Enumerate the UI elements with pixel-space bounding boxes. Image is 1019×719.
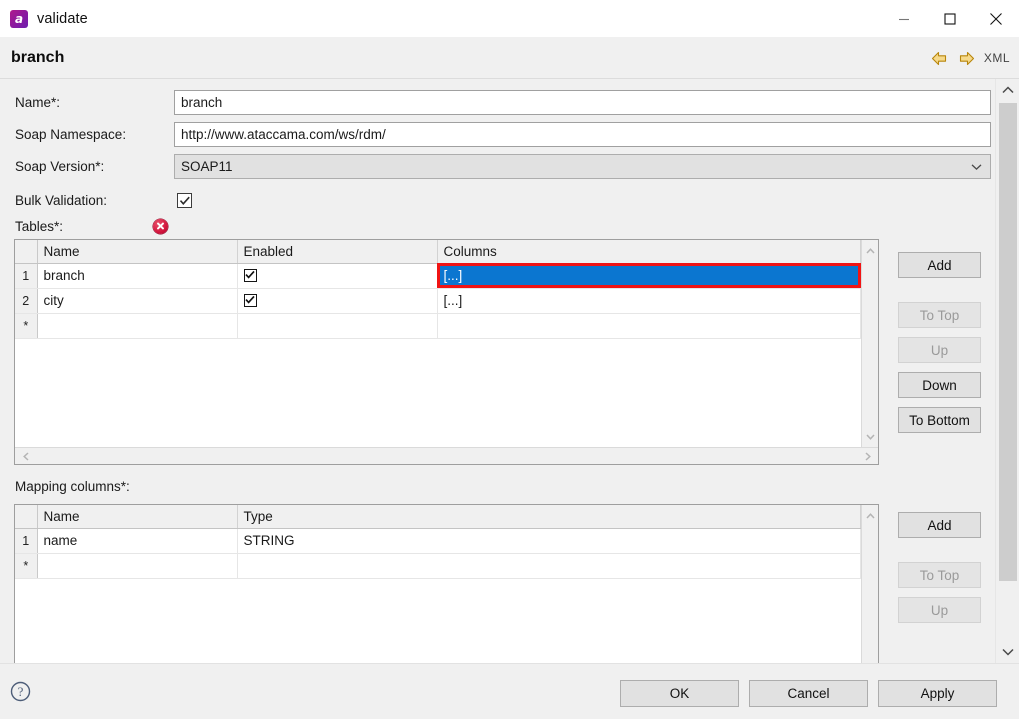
enabled-checkbox[interactable] (244, 294, 257, 307)
cell-name[interactable] (37, 313, 237, 338)
soap-version-value: SOAP11 (181, 159, 233, 174)
row-number: 1 (15, 528, 37, 553)
scroll-left-icon[interactable] (17, 448, 34, 465)
mapping-columns-panel: Name Type 1 name STRING * (14, 504, 879, 663)
error-badge-icon (153, 219, 168, 234)
new-row-marker: * (15, 313, 37, 338)
mapping-grid-header: Name Type (15, 505, 861, 528)
cell-enabled[interactable] (237, 263, 437, 288)
scroll-up-icon[interactable] (862, 507, 879, 524)
tables-down-button[interactable]: Down (898, 372, 981, 398)
dialog-header: branch XML (0, 37, 1019, 79)
tables-to-bottom-button[interactable]: To Bottom (898, 407, 981, 433)
soap-namespace-label: Soap Namespace: (15, 127, 126, 142)
table-new-row[interactable]: * (15, 553, 861, 578)
table-new-row[interactable]: * (15, 313, 861, 338)
name-input[interactable]: branch (174, 90, 991, 115)
row-number: 1 (15, 263, 37, 288)
cell-name[interactable]: city (37, 288, 237, 313)
header-tools: XML (930, 37, 1010, 79)
cell-enabled[interactable] (237, 288, 437, 313)
soap-namespace-input[interactable]: http://www.ataccama.com/ws/rdm/ (174, 122, 991, 147)
cell-columns[interactable]: [...] (437, 288, 861, 313)
back-arrow-icon[interactable] (930, 49, 949, 68)
mapping-up-button[interactable]: Up (898, 597, 981, 623)
window-titlebar: validate (0, 0, 1019, 37)
minimize-icon[interactable] (881, 0, 927, 37)
ataccama-icon (10, 10, 28, 28)
bulk-validation-checkbox[interactable] (177, 193, 192, 208)
mapping-vertical-scrollbar[interactable] (861, 505, 878, 663)
page-title: branch (11, 49, 64, 67)
scroll-up-icon[interactable] (996, 79, 1019, 101)
tables-grid-header: Name Enabled Columns (15, 240, 861, 263)
tables-col-enabled[interactable]: Enabled (237, 240, 437, 263)
scrollbar-thumb[interactable] (999, 103, 1017, 581)
apply-button[interactable]: Apply (878, 680, 997, 707)
scroll-down-icon[interactable] (996, 641, 1019, 663)
mapping-add-button[interactable]: Add (898, 512, 981, 538)
name-label: Name*: (15, 95, 60, 110)
scroll-right-icon[interactable] (859, 448, 876, 465)
tables-col-columns[interactable]: Columns (437, 240, 861, 263)
cell-name[interactable] (37, 553, 237, 578)
soap-version-select[interactable]: SOAP11 (174, 154, 991, 179)
cell-enabled[interactable] (237, 313, 437, 338)
ok-button[interactable]: OK (620, 680, 739, 707)
window-title: validate (37, 11, 88, 27)
enabled-checkbox[interactable] (244, 269, 257, 282)
cell-name[interactable]: branch (37, 263, 237, 288)
tables-col-name[interactable]: Name (37, 240, 237, 263)
mapping-col-rownum (15, 505, 37, 528)
cell-columns[interactable]: [...] (437, 263, 861, 288)
dialog-scrollbar[interactable] (995, 79, 1019, 663)
mapping-to-top-button[interactable]: To Top (898, 562, 981, 588)
mapping-col-name[interactable]: Name (37, 505, 237, 528)
tables-horizontal-scrollbar[interactable] (15, 447, 878, 464)
cell-name[interactable]: name (37, 528, 237, 553)
tables-vertical-scrollbar[interactable] (861, 240, 878, 447)
cell-columns[interactable] (437, 313, 861, 338)
tables-add-button[interactable]: Add (898, 252, 981, 278)
new-row-marker: * (15, 553, 37, 578)
dialog-body: Name*: branch Soap Namespace: http://www… (0, 79, 1019, 663)
bulk-validation-label: Bulk Validation: (15, 193, 107, 208)
help-circle-icon[interactable]: ? (10, 681, 31, 705)
xml-link[interactable]: XML (984, 51, 1010, 65)
close-icon[interactable] (973, 0, 1019, 37)
tables-to-top-button[interactable]: To Top (898, 302, 981, 328)
tables-label: Tables*: (15, 219, 63, 234)
svg-text:?: ? (18, 684, 24, 699)
tables-grid[interactable]: Name Enabled Columns 1 branch (15, 240, 861, 339)
mapping-col-type[interactable]: Type (237, 505, 861, 528)
scroll-up-icon[interactable] (862, 242, 879, 259)
tables-col-rownum (15, 240, 37, 263)
table-row[interactable]: 1 branch [...] (15, 263, 861, 288)
table-row[interactable]: 1 name STRING (15, 528, 861, 553)
mapping-columns-label: Mapping columns*: (15, 479, 130, 494)
cell-type[interactable] (237, 553, 861, 578)
chevron-down-icon (971, 159, 982, 174)
forward-arrow-icon[interactable] (957, 49, 976, 68)
cancel-button[interactable]: Cancel (749, 680, 868, 707)
tables-up-button[interactable]: Up (898, 337, 981, 363)
row-number: 2 (15, 288, 37, 313)
cell-type[interactable]: STRING (237, 528, 861, 553)
table-row[interactable]: 2 city [...] (15, 288, 861, 313)
form-content: Name*: branch Soap Namespace: http://www… (0, 79, 995, 663)
maximize-icon[interactable] (927, 0, 973, 37)
tables-panel: Name Enabled Columns 1 branch (14, 239, 879, 465)
mapping-columns-grid[interactable]: Name Type 1 name STRING * (15, 505, 861, 579)
soap-version-label: Soap Version*: (15, 159, 104, 174)
window-controls (881, 0, 1019, 37)
scroll-down-icon[interactable] (862, 428, 879, 445)
